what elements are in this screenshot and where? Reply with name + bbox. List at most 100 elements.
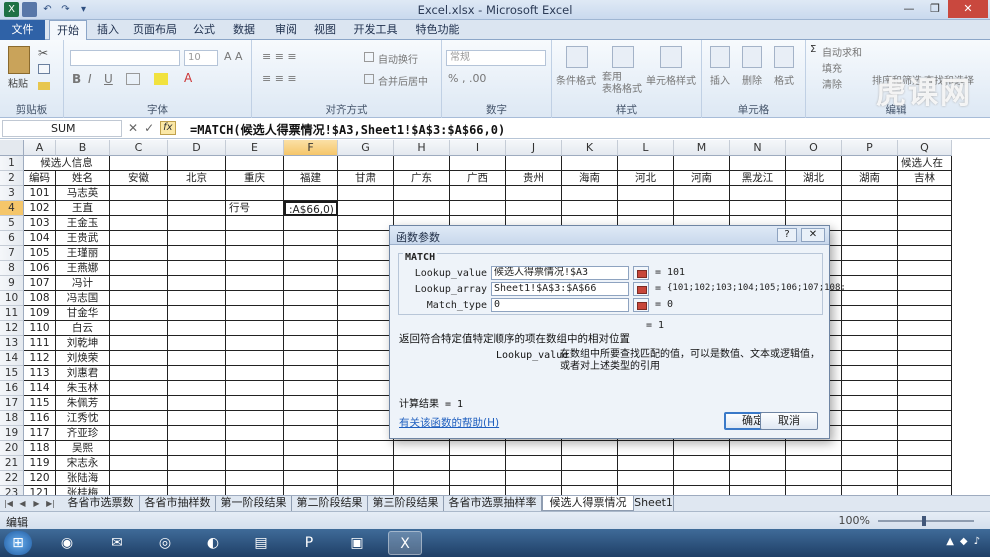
grid-cell[interactable] xyxy=(110,336,168,351)
conditional-format-button[interactable]: 条件格式 xyxy=(556,72,596,87)
grid-cell[interactable] xyxy=(110,201,168,216)
name-cell[interactable]: 宋志永 xyxy=(56,456,110,471)
grid-cell[interactable] xyxy=(110,351,168,366)
grid-cell[interactable] xyxy=(842,186,898,201)
grid-cell[interactable] xyxy=(786,456,842,471)
row-header[interactable]: 13 xyxy=(0,336,24,351)
grid-cell[interactable] xyxy=(842,156,898,171)
grid-cell[interactable] xyxy=(168,201,226,216)
grid-cell[interactable] xyxy=(842,351,898,366)
name-cell[interactable]: 白云 xyxy=(56,321,110,336)
id-cell[interactable]: 102 xyxy=(24,201,56,216)
column-header[interactable]: G xyxy=(338,140,394,156)
grid-cell[interactable] xyxy=(338,261,394,276)
grid-cell[interactable] xyxy=(730,441,786,456)
grid-cell[interactable] xyxy=(226,411,284,426)
grid-cell[interactable] xyxy=(168,396,226,411)
column-title-cell[interactable]: 海南 xyxy=(562,171,618,186)
name-cell[interactable]: 齐亚珍 xyxy=(56,426,110,441)
sheet-tab[interactable]: Sheet1 xyxy=(634,496,674,511)
grid-cell[interactable] xyxy=(506,471,562,486)
name-box[interactable]: SUM xyxy=(2,120,122,137)
active-formula-cell[interactable]: :A$66,0) xyxy=(284,201,338,216)
row-header[interactable]: 1 xyxy=(0,156,24,171)
row-header[interactable]: 2 xyxy=(0,171,24,186)
grid-cell[interactable] xyxy=(842,201,898,216)
sheet-tab[interactable]: 各省市选票抽样率 xyxy=(444,496,542,511)
row-header[interactable]: 3 xyxy=(0,186,24,201)
tab-page-layout[interactable]: 页面布局 xyxy=(130,20,180,40)
grid-cell[interactable] xyxy=(284,186,338,201)
grid-cell[interactable] xyxy=(562,156,618,171)
start-button-icon[interactable]: ⊞ xyxy=(4,531,32,555)
mail-icon[interactable]: ✉ xyxy=(100,531,134,555)
grid-cell[interactable] xyxy=(450,201,506,216)
grid-cell[interactable] xyxy=(110,186,168,201)
grid-cell[interactable] xyxy=(842,246,898,261)
grow-font-icon[interactable]: A A xyxy=(224,50,243,63)
grid-cell[interactable] xyxy=(842,486,898,495)
row-header[interactable]: 22 xyxy=(0,471,24,486)
grid-cell[interactable] xyxy=(394,201,450,216)
wrap-text-icon[interactable] xyxy=(364,52,374,62)
grid-cell[interactable] xyxy=(842,231,898,246)
grid-cell[interactable] xyxy=(110,471,168,486)
function-help-link[interactable]: 有关该函数的帮助(H) xyxy=(399,415,499,430)
grid-cell[interactable] xyxy=(842,276,898,291)
column-title-cell[interactable]: 吉林 xyxy=(898,171,952,186)
tab-insert[interactable]: 插入 xyxy=(90,20,126,40)
grid-cell[interactable] xyxy=(842,456,898,471)
grid-cell[interactable] xyxy=(842,426,898,441)
sheet-tab[interactable]: 第三阶段结果 xyxy=(368,496,444,511)
clear-button[interactable]: 清除 xyxy=(822,76,842,91)
id-cell[interactable]: 120 xyxy=(24,471,56,486)
grid-cell[interactable] xyxy=(898,426,952,441)
grid-cell[interactable] xyxy=(562,201,618,216)
grid-cell[interactable] xyxy=(394,441,450,456)
grid-cell[interactable] xyxy=(450,186,506,201)
grid-cell[interactable] xyxy=(842,216,898,231)
name-cell[interactable]: 张桂梅 xyxy=(56,486,110,495)
grid-cell[interactable] xyxy=(842,471,898,486)
powerpoint-icon[interactable]: P xyxy=(292,531,326,555)
grid-cell[interactable] xyxy=(226,471,284,486)
formula-input[interactable]: =MATCH(候选人得票情况!$A3,Sheet1!$A$3:$A$66,0) xyxy=(190,121,505,138)
grid-cell[interactable] xyxy=(898,276,952,291)
grid-cell[interactable] xyxy=(898,186,952,201)
grid-cell[interactable] xyxy=(110,156,168,171)
grid-cell[interactable] xyxy=(110,426,168,441)
format-cells-button[interactable]: 格式 xyxy=(774,72,794,87)
row-header[interactable]: 16 xyxy=(0,381,24,396)
grid-cell[interactable] xyxy=(450,456,506,471)
name-cell[interactable]: 王直 xyxy=(56,201,110,216)
name-cell[interactable]: 江秀忱 xyxy=(56,411,110,426)
grid-cell[interactable] xyxy=(168,231,226,246)
grid-cell[interactable] xyxy=(338,246,394,261)
name-cell[interactable]: 刘乾坤 xyxy=(56,336,110,351)
table-format-icon[interactable] xyxy=(612,46,634,68)
number-format-select[interactable]: 常规 xyxy=(446,50,546,66)
header-candidate-info[interactable]: 候选人信息 xyxy=(24,156,110,171)
grid-cell[interactable] xyxy=(110,321,168,336)
grid-cell[interactable] xyxy=(394,471,450,486)
grid-cell[interactable] xyxy=(110,306,168,321)
grid-cell[interactable] xyxy=(338,321,394,336)
name-cell[interactable]: 马志英 xyxy=(56,186,110,201)
fill-button[interactable]: 填充 xyxy=(822,60,842,75)
maximize-icon[interactable]: ❐ xyxy=(922,0,948,18)
grid-cell[interactable] xyxy=(226,261,284,276)
name-cell[interactable]: 甘金华 xyxy=(56,306,110,321)
grid-cell[interactable] xyxy=(338,156,394,171)
grid-cell[interactable] xyxy=(338,411,394,426)
insert-cells-button[interactable]: 插入 xyxy=(710,72,730,87)
grid-cell[interactable] xyxy=(226,186,284,201)
column-header[interactable]: K xyxy=(562,140,618,156)
grid-cell[interactable] xyxy=(226,381,284,396)
grid-cell[interactable] xyxy=(338,351,394,366)
cell-style-icon[interactable] xyxy=(660,46,682,68)
excel-taskbar-icon[interactable]: X xyxy=(388,531,422,555)
delete-cells-button[interactable]: 删除 xyxy=(742,72,762,87)
name-cell[interactable]: 吴熙 xyxy=(56,441,110,456)
grid-cell[interactable] xyxy=(562,486,618,495)
grid-cell[interactable] xyxy=(338,306,394,321)
